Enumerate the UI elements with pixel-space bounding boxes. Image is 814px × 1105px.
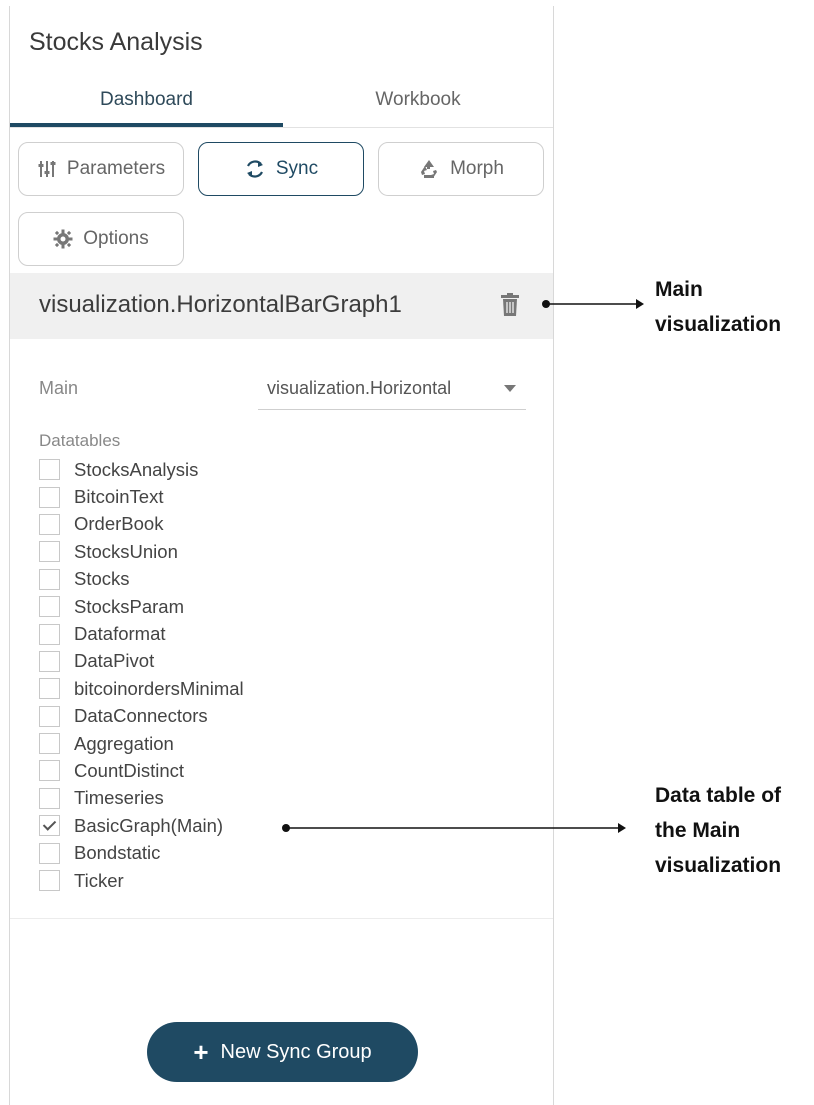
visualization-header: visualization.HorizontalBarGraph1 bbox=[10, 273, 553, 339]
tab-dashboard[interactable]: Dashboard bbox=[10, 78, 283, 128]
datatable-checkbox[interactable] bbox=[39, 541, 60, 563]
options-button-label: Options bbox=[83, 228, 149, 249]
datatable-name: Bondstatic bbox=[74, 842, 161, 864]
callout-arrow-data-table bbox=[282, 823, 626, 833]
sliders-icon bbox=[37, 159, 57, 179]
callout-line: Main bbox=[655, 278, 703, 301]
callout-line: the Main bbox=[655, 819, 741, 842]
active-tab-indicator bbox=[10, 123, 283, 127]
datatable-checkbox[interactable] bbox=[39, 760, 60, 782]
sync-button-label: Sync bbox=[275, 158, 319, 179]
datatable-name: OrderBook bbox=[74, 513, 164, 535]
main-visualization-dropdown[interactable]: visualization.Horizontal bbox=[258, 368, 526, 410]
new-sync-group-label: New Sync Group bbox=[220, 1040, 372, 1063]
sync-panel: Stocks Analysis Dashboard Workbook Param… bbox=[9, 6, 554, 1105]
gear-icon bbox=[53, 229, 73, 249]
datatable-name: Dataformat bbox=[74, 623, 166, 645]
datatable-checkbox[interactable] bbox=[39, 568, 60, 590]
tab-workbook[interactable]: Workbook bbox=[283, 78, 553, 128]
callout-arrow-main-visualization bbox=[542, 299, 644, 309]
main-label: Main bbox=[39, 378, 79, 398]
plus-icon: + bbox=[193, 1037, 209, 1067]
datatable-item[interactable]: Aggregation bbox=[39, 730, 244, 757]
datatable-checkbox[interactable] bbox=[39, 815, 60, 837]
datatable-item[interactable]: StocksAnalysis bbox=[39, 456, 244, 483]
callout-data-table: Data table of the Main visualization bbox=[655, 778, 781, 883]
sync-button[interactable]: Sync bbox=[198, 142, 364, 196]
datatable-item[interactable]: StocksParam bbox=[39, 593, 244, 620]
sync-icon bbox=[244, 158, 266, 180]
datatable-item[interactable]: CountDistinct bbox=[39, 757, 244, 784]
datatable-item[interactable]: Timeseries bbox=[39, 785, 244, 812]
divider bbox=[10, 918, 553, 919]
morph-button[interactable]: Morph bbox=[378, 142, 544, 196]
callout-line: Data table of bbox=[655, 784, 782, 807]
callout-line: visualization bbox=[655, 313, 782, 336]
datatable-name: BasicGraph(Main) bbox=[74, 814, 224, 836]
datatable-name: Timeseries bbox=[74, 787, 164, 809]
datatable-item[interactable]: DataConnectors bbox=[39, 703, 244, 730]
datatable-item[interactable]: Bondstatic bbox=[39, 839, 244, 866]
datatable-checkbox[interactable] bbox=[39, 459, 60, 481]
panel-title: Stocks Analysis bbox=[29, 28, 203, 56]
datatable-name: DataPivot bbox=[74, 650, 155, 672]
datatable-name: bitcoinordersMinimal bbox=[74, 677, 244, 699]
new-sync-group-button[interactable]: + New Sync Group bbox=[147, 1022, 418, 1082]
datatable-name: StocksAnalysis bbox=[74, 458, 199, 480]
datatable-item[interactable]: OrderBook bbox=[39, 511, 244, 538]
datatables-list: StocksAnalysis BitcoinText OrderBook Stocks… bbox=[39, 456, 244, 894]
datatables-label: Datatables bbox=[39, 431, 121, 450]
morph-button-label: Morph bbox=[450, 158, 504, 179]
trash-icon[interactable] bbox=[500, 293, 520, 322]
datatable-item[interactable]: Dataformat bbox=[39, 620, 244, 647]
datatable-checkbox[interactable] bbox=[39, 596, 60, 618]
datatable-name: Aggregation bbox=[74, 732, 174, 754]
callout-main-visualization: Main visualization bbox=[655, 272, 781, 342]
datatable-name: StocksUnion bbox=[74, 540, 178, 562]
datatable-name: BitcoinText bbox=[74, 486, 164, 508]
datatable-name: Ticker bbox=[74, 869, 124, 891]
parameters-button[interactable]: Parameters bbox=[18, 142, 184, 196]
datatable-name: DataConnectors bbox=[74, 705, 208, 727]
tab-bar: Dashboard Workbook bbox=[10, 78, 553, 128]
datatable-item[interactable]: DataPivot bbox=[39, 648, 244, 675]
datatable-item[interactable]: BitcoinText bbox=[39, 483, 244, 510]
datatable-item[interactable]: StocksUnion bbox=[39, 538, 244, 565]
options-button[interactable]: Options bbox=[18, 212, 184, 266]
datatable-checkbox[interactable] bbox=[39, 486, 60, 508]
datatable-checkbox[interactable] bbox=[39, 787, 60, 809]
datatable-item[interactable]: Stocks bbox=[39, 566, 244, 593]
datatable-name: StocksParam bbox=[74, 595, 185, 617]
datatable-name: Stocks bbox=[74, 568, 130, 590]
datatable-name: CountDistinct bbox=[74, 759, 185, 781]
datatable-checkbox[interactable] bbox=[39, 705, 60, 727]
datatable-checkbox[interactable] bbox=[39, 842, 60, 864]
chevron-down-icon bbox=[504, 385, 516, 392]
parameters-button-label: Parameters bbox=[66, 158, 166, 179]
datatable-checkbox[interactable] bbox=[39, 650, 60, 672]
callout-line: visualization bbox=[655, 854, 782, 877]
datatable-item[interactable]: bitcoinordersMinimal bbox=[39, 675, 244, 702]
datatable-checkbox[interactable] bbox=[39, 623, 60, 645]
datatable-item[interactable]: BasicGraph(Main) bbox=[39, 812, 244, 839]
datatable-item[interactable]: Ticker bbox=[39, 867, 244, 894]
visualization-name: visualization.HorizontalBarGraph1 bbox=[39, 291, 402, 318]
datatable-checkbox[interactable] bbox=[39, 513, 60, 535]
datatable-checkbox[interactable] bbox=[39, 678, 60, 700]
recycle-icon bbox=[418, 158, 440, 180]
datatable-checkbox[interactable] bbox=[39, 733, 60, 755]
main-visualization-value: visualization.Horizontal bbox=[267, 378, 452, 398]
datatable-checkbox[interactable] bbox=[39, 870, 60, 892]
